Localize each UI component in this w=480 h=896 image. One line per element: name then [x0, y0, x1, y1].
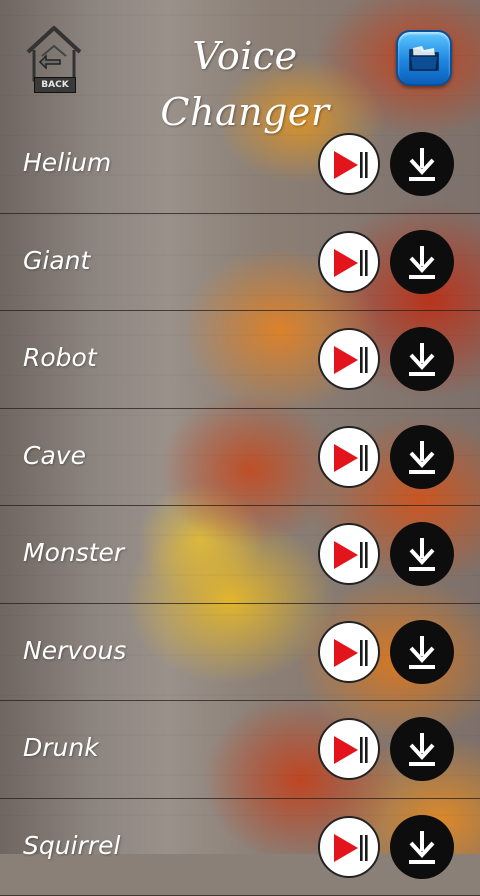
download-icon [408, 439, 436, 475]
play-pause-icon [332, 734, 370, 766]
effect-label: Giant [23, 246, 90, 275]
effect-label: Nervous [23, 636, 126, 665]
download-button[interactable] [390, 522, 454, 586]
effect-label: Squirrel [23, 831, 120, 860]
list-item: Robot [0, 311, 480, 409]
download-button[interactable] [390, 717, 454, 781]
play-button[interactable] [318, 328, 380, 390]
download-button[interactable] [390, 815, 454, 879]
download-button[interactable] [390, 425, 454, 489]
download-icon [408, 146, 436, 182]
download-icon [408, 829, 436, 865]
list-item: Cave [0, 409, 480, 507]
effect-label: Cave [23, 441, 86, 470]
download-icon [408, 634, 436, 670]
play-button[interactable] [318, 523, 380, 585]
effect-label: Robot [23, 343, 97, 372]
play-pause-icon [332, 344, 370, 376]
list-item: Nervous [0, 604, 480, 702]
play-button[interactable] [318, 816, 380, 878]
back-label: BACK [34, 77, 76, 93]
play-pause-icon [332, 539, 370, 571]
download-button[interactable] [390, 327, 454, 391]
play-button[interactable] [318, 621, 380, 683]
play-pause-icon [332, 149, 370, 181]
effect-label: Helium [23, 148, 111, 177]
list-item: Squirrel [0, 799, 480, 896]
download-icon [408, 536, 436, 572]
download-button[interactable] [390, 132, 454, 196]
download-icon [408, 731, 436, 767]
list-item: Giant [0, 214, 480, 312]
play-button[interactable] [318, 133, 380, 195]
folder-icon [408, 44, 440, 72]
list-item: Drunk [0, 701, 480, 799]
play-button[interactable] [318, 718, 380, 780]
download-icon [408, 341, 436, 377]
app-header: BACK Voice Changer [0, 0, 480, 116]
effects-list: Helium Giant [0, 116, 480, 896]
play-button[interactable] [318, 426, 380, 488]
play-pause-icon [332, 247, 370, 279]
list-item: Helium [0, 116, 480, 214]
effect-label: Monster [23, 538, 124, 567]
back-button[interactable]: BACK [22, 22, 86, 92]
play-pause-icon [332, 637, 370, 669]
play-pause-icon [332, 832, 370, 864]
list-item: Monster [0, 506, 480, 604]
play-pause-icon [332, 442, 370, 474]
download-button[interactable] [390, 230, 454, 294]
download-icon [408, 244, 436, 280]
download-button[interactable] [390, 620, 454, 684]
play-button[interactable] [318, 231, 380, 293]
folder-button[interactable] [396, 30, 452, 86]
effect-label: Drunk [23, 733, 99, 762]
